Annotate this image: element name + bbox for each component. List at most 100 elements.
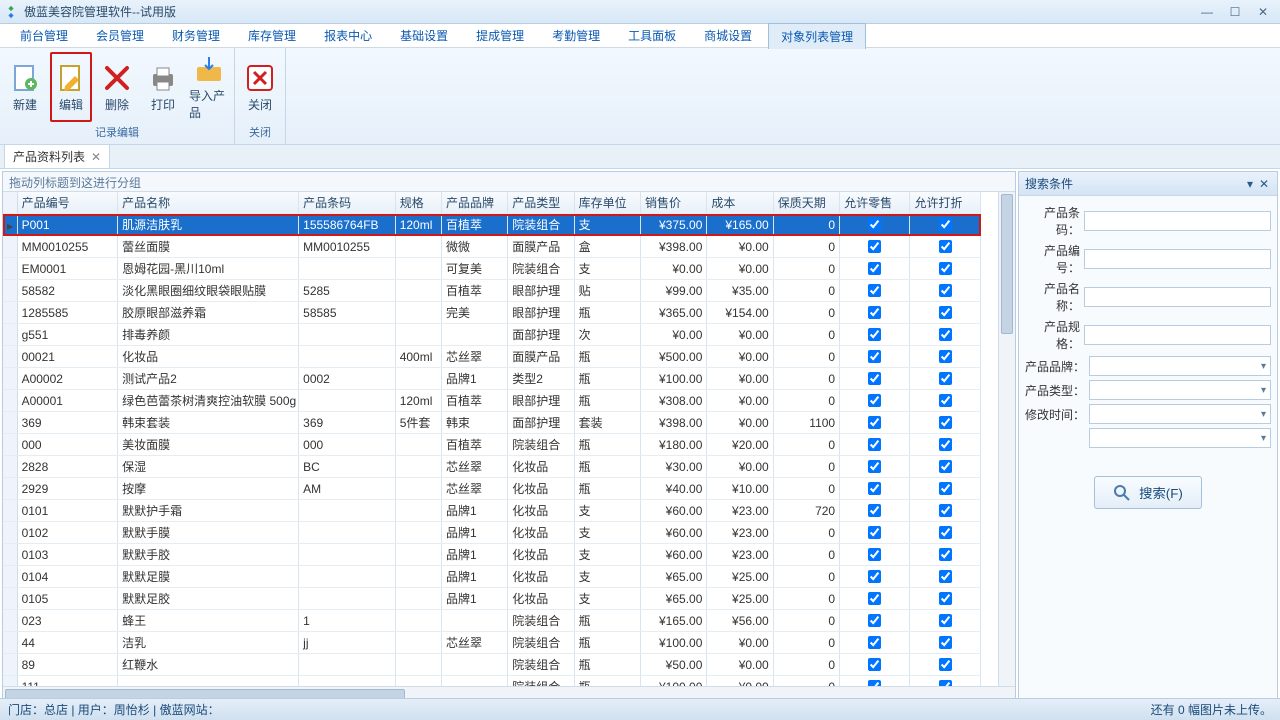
column-header[interactable]: 销售价: [641, 192, 707, 214]
table-row[interactable]: 111院装组合瓶¥100.00¥0.000: [3, 676, 981, 687]
checkbox[interactable]: [939, 372, 952, 385]
column-header[interactable]: 允许打折: [910, 192, 981, 214]
checkbox[interactable]: [939, 394, 952, 407]
column-header[interactable]: 规格: [395, 192, 441, 214]
column-header[interactable]: 产品名称: [118, 192, 299, 214]
search-button[interactable]: 搜索(F): [1094, 476, 1202, 509]
ribbon-print-button[interactable]: 打印: [142, 52, 184, 122]
checkbox[interactable]: [939, 592, 952, 605]
table-row[interactable]: 369韩束套装3695件套韩束面部护理套装¥398.00¥0.001100: [3, 412, 981, 434]
checkbox[interactable]: [939, 460, 952, 473]
table-row[interactable]: MM0010255蕾丝面膜MM0010255微微面膜产品盒¥398.00¥0.0…: [3, 236, 981, 258]
checkbox[interactable]: [939, 350, 952, 363]
table-row[interactable]: 000美妆面膜000百植萃院装组合瓶¥180.00¥20.000: [3, 434, 981, 456]
checkbox[interactable]: [939, 504, 952, 517]
table-row[interactable]: 0104默默足膜品牌1化妆品支¥65.00¥25.000: [3, 566, 981, 588]
tab-product-list[interactable]: 产品资料列表 ✕: [4, 144, 110, 168]
menu-item[interactable]: 库存管理: [236, 23, 308, 48]
text-input[interactable]: [1084, 249, 1271, 269]
table-row[interactable]: 2929按摩AM芯丝翠化妆品瓶¥40.00¥10.000: [3, 478, 981, 500]
checkbox[interactable]: [868, 482, 881, 495]
checkbox[interactable]: [939, 218, 952, 231]
checkbox[interactable]: [868, 658, 881, 671]
panel-close-icon[interactable]: ✕: [1257, 177, 1271, 191]
checkbox[interactable]: [939, 548, 952, 561]
menu-item[interactable]: 工具面板: [616, 23, 688, 48]
ribbon-close-button[interactable]: 关闭: [239, 52, 281, 122]
scroll-thumb[interactable]: [1001, 194, 1013, 334]
ribbon-edit-button[interactable]: 编辑: [50, 52, 92, 122]
checkbox[interactable]: [868, 592, 881, 605]
column-header[interactable]: 产品品牌: [441, 192, 507, 214]
ribbon-import-button[interactable]: 导入产品: [188, 52, 230, 122]
checkbox[interactable]: [868, 328, 881, 341]
checkbox[interactable]: [868, 548, 881, 561]
text-input[interactable]: [1084, 211, 1271, 231]
table-row[interactable]: 0102默默手膜品牌1化妆品支¥60.00¥23.000: [3, 522, 981, 544]
checkbox[interactable]: [868, 240, 881, 253]
checkbox[interactable]: [939, 482, 952, 495]
combo-input[interactable]: [1089, 356, 1271, 376]
menu-item[interactable]: 提成管理: [464, 23, 536, 48]
group-by-hint[interactable]: 拖动列标题到这进行分组: [3, 172, 1015, 192]
menu-item[interactable]: 商城设置: [692, 23, 764, 48]
menu-item[interactable]: 基础设置: [388, 23, 460, 48]
table-row[interactable]: A00002测试产品20002品牌1类型2瓶¥100.00¥0.000: [3, 368, 981, 390]
maximize-button[interactable]: ☐: [1222, 4, 1248, 20]
checkbox[interactable]: [868, 218, 881, 231]
table-row[interactable]: 00021化妆品400ml芯丝翠面膜产品瓶¥500.00¥0.000: [3, 346, 981, 368]
checkbox[interactable]: [868, 350, 881, 363]
tab-close-icon[interactable]: ✕: [91, 150, 101, 164]
checkbox[interactable]: [939, 284, 952, 297]
checkbox[interactable]: [868, 262, 881, 275]
checkbox[interactable]: [939, 658, 952, 671]
menu-item[interactable]: 财务管理: [160, 23, 232, 48]
checkbox[interactable]: [868, 460, 881, 473]
checkbox[interactable]: [939, 636, 952, 649]
checkbox[interactable]: [868, 636, 881, 649]
checkbox[interactable]: [868, 526, 881, 539]
ribbon-new-button[interactable]: 新建: [4, 52, 46, 122]
table-row[interactable]: A00001绿色芭蕾茶树清爽控油软膜 500g120ml百植萃眼部护理瓶¥308…: [3, 390, 981, 412]
table-row[interactable]: 44洁乳jj芯丝翠院装组合瓶¥100.00¥0.000: [3, 632, 981, 654]
menu-item[interactable]: 对象列表管理: [768, 23, 866, 49]
menu-item[interactable]: 考勤管理: [540, 23, 612, 48]
checkbox[interactable]: [939, 416, 952, 429]
table-row[interactable]: 0101默默护手霜品牌1化妆品支¥60.00¥23.00720: [3, 500, 981, 522]
checkbox[interactable]: [868, 416, 881, 429]
table-row[interactable]: P001肌源洁肤乳155586764FB120ml百植萃院装组合支¥375.00…: [3, 214, 981, 236]
combo-input[interactable]: [1089, 404, 1271, 424]
checkbox[interactable]: [939, 570, 952, 583]
combo-input[interactable]: [1089, 380, 1271, 400]
checkbox[interactable]: [939, 614, 952, 627]
table-row[interactable]: 1285585胶原眼部滋养霜58585完美眼部护理瓶¥365.00¥154.00…: [3, 302, 981, 324]
checkbox[interactable]: [939, 262, 952, 275]
column-header[interactable]: 产品条码: [299, 192, 396, 214]
checkbox[interactable]: [868, 438, 881, 451]
products-table[interactable]: 产品编号产品名称产品条码规格产品品牌产品类型库存单位销售价成本保质天期允许零售允…: [3, 192, 981, 686]
column-header[interactable]: 成本: [707, 192, 773, 214]
pin-icon[interactable]: ▾: [1243, 177, 1257, 191]
checkbox[interactable]: [939, 328, 952, 341]
ribbon-delete-button[interactable]: 删除: [96, 52, 138, 122]
combo-input[interactable]: [1089, 428, 1271, 448]
table-row[interactable]: 89红鞭水院装组合瓶¥50.00¥0.000: [3, 654, 981, 676]
close-window-button[interactable]: ✕: [1250, 4, 1276, 20]
text-input[interactable]: [1084, 287, 1271, 307]
checkbox[interactable]: [939, 306, 952, 319]
table-row[interactable]: 58582淡化黑眼圈细纹眼袋眼贴膜5285百植萃眼部护理贴¥99.00¥35.0…: [3, 280, 981, 302]
checkbox[interactable]: [868, 306, 881, 319]
checkbox[interactable]: [939, 438, 952, 451]
table-row[interactable]: g551排毒养颜面部护理次¥0.00¥0.000: [3, 324, 981, 346]
table-row[interactable]: 0103默默手胶品牌1化妆品支¥60.00¥23.000: [3, 544, 981, 566]
column-header[interactable]: 允许零售: [840, 192, 910, 214]
checkbox[interactable]: [868, 504, 881, 517]
table-row[interactable]: EM0001恩姆花园-黑川10ml可复美院装组合支¥0.00¥0.000: [3, 258, 981, 280]
checkbox[interactable]: [868, 394, 881, 407]
column-header[interactable]: 保质天期: [773, 192, 839, 214]
checkbox[interactable]: [868, 570, 881, 583]
table-row[interactable]: 2828保湿BC芯丝翠化妆品瓶¥30.00¥0.000: [3, 456, 981, 478]
column-header[interactable]: 产品编号: [17, 192, 118, 214]
menu-item[interactable]: 会员管理: [84, 23, 156, 48]
column-header[interactable]: 库存单位: [574, 192, 640, 214]
